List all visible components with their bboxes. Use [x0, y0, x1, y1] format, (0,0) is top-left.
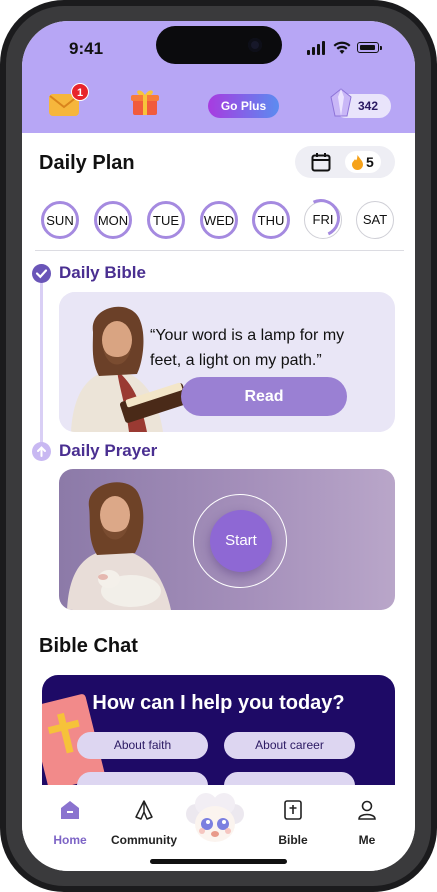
notification-badge: 1	[71, 83, 89, 101]
gift-icon[interactable]	[130, 87, 160, 117]
status-time: 9:41	[69, 39, 104, 58]
daily-prayer-card[interactable]: Start	[59, 469, 395, 610]
home-indicator[interactable]	[150, 859, 287, 864]
wifi-icon	[333, 41, 351, 54]
signal-bar-icon	[312, 47, 315, 55]
start-button[interactable]: Start	[210, 510, 272, 572]
lamb-mascot-icon[interactable]	[182, 790, 248, 850]
battery-tip	[380, 46, 382, 50]
go-plus-button[interactable]: Go Plus	[208, 94, 279, 118]
tab-bible-label: Bible	[278, 833, 308, 847]
gems-counter[interactable]: 342	[330, 88, 391, 118]
day-thu[interactable]: THU	[252, 201, 290, 239]
day-fri[interactable]: FRI	[304, 201, 342, 239]
signal-bar-icon	[307, 50, 310, 55]
bible-chat-title: Bible Chat	[39, 635, 138, 657]
daily-plan-title: Daily Plan	[39, 152, 135, 174]
gems-count: 342	[358, 99, 379, 113]
bible-chat-card: How can I help you today? About faith Ab…	[42, 675, 395, 785]
tab-home-label: Home	[53, 833, 87, 847]
day-wed[interactable]: WED	[200, 201, 238, 239]
chip-hidden[interactable]	[224, 772, 355, 785]
camera-icon	[248, 38, 262, 52]
home-icon	[61, 801, 79, 819]
tab-community-label: Community	[111, 833, 177, 847]
daily-bible-title: Daily Bible	[59, 263, 146, 282]
arrow-up-icon	[32, 442, 51, 461]
flame-icon	[352, 155, 363, 170]
person-icon	[358, 800, 376, 820]
app-screen: 9:41 1 Go Plus 342 Daily Plan 5 SUN MON …	[22, 21, 415, 871]
status-icons	[307, 41, 387, 55]
bible-quote: “Your word is a lamp for my feet, a ligh…	[150, 327, 345, 369]
gem-icon	[330, 88, 352, 117]
plan-streak-pill[interactable]: 5	[295, 146, 395, 178]
daily-prayer-title: Daily Prayer	[59, 441, 158, 460]
divider	[35, 250, 404, 251]
chip-hidden[interactable]	[77, 772, 208, 785]
jesus-lamb-image	[67, 482, 171, 610]
chat-prompt: How can I help you today?	[92, 692, 345, 714]
chip-about-faith[interactable]: About faith	[77, 732, 208, 759]
chip-about-career[interactable]: About career	[224, 732, 355, 759]
day-mon[interactable]: MON	[94, 201, 132, 239]
battery-icon	[357, 42, 379, 53]
day-tue[interactable]: TUE	[147, 201, 185, 239]
phone-frame: 9:41 1 Go Plus 342 Daily Plan 5 SUN MON …	[0, 0, 437, 892]
signal-bar-icon	[317, 44, 320, 55]
timeline-line	[40, 276, 43, 451]
daily-bible-card[interactable]: “Your word is a lamp for my feet, a ligh…	[59, 292, 395, 432]
tab-me-label: Me	[358, 833, 376, 847]
dynamic-island	[156, 26, 282, 64]
day-sun[interactable]: SUN	[41, 201, 79, 239]
praying-hands-icon	[135, 800, 153, 820]
read-button[interactable]: Read	[181, 377, 347, 416]
streak-count: 5	[366, 154, 374, 170]
signal-bar-icon	[322, 41, 325, 55]
check-icon	[32, 264, 51, 283]
day-sat[interactable]: SAT	[356, 201, 394, 239]
calendar-icon[interactable]	[311, 152, 331, 172]
bible-icon	[284, 800, 302, 820]
streak-box: 5	[345, 151, 381, 173]
